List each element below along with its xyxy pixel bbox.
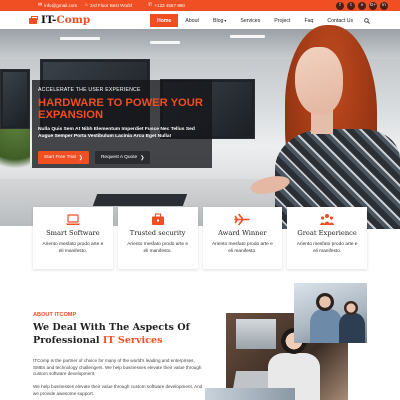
- feature-desc: Ariento mesfato prodo arte e eli manifes…: [296, 242, 358, 254]
- site-logo[interactable]: IT-Comp: [29, 14, 90, 26]
- email-text: info@gmail.com: [44, 3, 78, 8]
- about-title-line1: We Deal With The Aspects Of: [33, 322, 190, 333]
- monitor: [0, 69, 30, 129]
- phone-info[interactable]: ✆ +123 4567 890: [148, 2, 185, 9]
- start-free-trial-button[interactable]: Start Free Trial ❯: [38, 151, 89, 164]
- nav-home[interactable]: Home: [150, 14, 179, 27]
- nav-about[interactable]: About: [178, 14, 206, 27]
- vimeo-icon[interactable]: v: [358, 1, 366, 10]
- facebook-icon[interactable]: f: [336, 1, 344, 10]
- keyboard: [92, 194, 188, 206]
- hero-buttons: Start Free Trial ❯ Request A Quote ❯: [38, 151, 151, 164]
- phone-icon: ✆: [148, 2, 153, 8]
- feature-desc: Ariento mesfato prodo arte e eli manifes…: [42, 242, 104, 254]
- briefcase-logo-icon: [29, 15, 39, 25]
- team-icon: [319, 214, 335, 225]
- feature-desc: Ariento mesfato prodo arte e eli manifes…: [211, 242, 273, 254]
- chevron-down-icon: ▾: [224, 18, 227, 23]
- feature-desc: Ariento mesfato prodo arte e eli manifes…: [127, 242, 189, 254]
- briefcase-icon: [151, 213, 164, 225]
- feature-card[interactable]: Great Experience Ariento mesfato prodo a…: [287, 207, 367, 269]
- feature-title: Award Winner: [218, 229, 267, 237]
- address-text: 3rd Floor Best World: [90, 3, 133, 8]
- nav-project[interactable]: Project: [267, 14, 297, 27]
- nav-blog[interactable]: Blog ▾: [206, 14, 233, 27]
- feature-cards: Smart Software Ariento mesfato prodo art…: [33, 207, 367, 269]
- hero-text: Nulla Quis Sem At Nibh Elementum Imperdi…: [38, 127, 195, 139]
- laptop-icon: [65, 214, 80, 225]
- logo-text: IT-Comp: [41, 14, 91, 26]
- search-icon[interactable]: [364, 18, 370, 24]
- feature-title: Great Experience: [297, 229, 357, 237]
- chevron-right-icon: ❯: [140, 154, 145, 161]
- chevron-right-icon: ❯: [78, 154, 83, 161]
- hero-person: [248, 25, 400, 229]
- envelope-icon: ✉: [38, 2, 43, 8]
- email-info[interactable]: ✉ info@gmail.com: [38, 2, 78, 9]
- about-title-line2: Professional: [33, 334, 103, 346]
- feature-title: Trusted security: [129, 229, 186, 237]
- top-bar: ✉ info@gmail.com ⌂ 3rd Floor Best World …: [0, 0, 400, 11]
- nav-faq[interactable]: Faq: [297, 14, 320, 27]
- request-quote-button[interactable]: Request A Quote ❯: [94, 151, 151, 164]
- location-icon: ⌂: [85, 2, 89, 8]
- hero-title: HARDWARE TO POWER YOUR EXPANSION: [38, 97, 203, 121]
- about-image-team: [294, 283, 367, 343]
- address-info: ⌂ 3rd Floor Best World: [85, 2, 133, 9]
- start-free-trial-label: Start Free Trial: [44, 155, 76, 160]
- ceiling-light: [60, 37, 100, 40]
- about-paragraph: We help businesses elevate their value t…: [33, 384, 203, 396]
- google-plus-icon[interactable]: G+: [369, 1, 377, 10]
- feature-title: Smart Software: [46, 229, 100, 237]
- nav-blog-label: Blog: [212, 17, 224, 24]
- airplane-icon: [234, 213, 251, 226]
- about-title: We Deal With The Aspects Of Professional…: [33, 322, 208, 347]
- ceiling-light: [150, 41, 180, 44]
- linkedin-icon[interactable]: in: [380, 1, 388, 10]
- feature-card[interactable]: Award Winner Ariento mesfato prodo arte …: [202, 207, 283, 269]
- nav-services[interactable]: Services: [233, 14, 267, 27]
- request-quote-label: Request A Quote: [100, 155, 138, 160]
- about-title-accent: IT Services: [102, 334, 163, 346]
- about-paragraph: ITComp is the partner of choice for many…: [33, 358, 202, 376]
- about-kicker: ABOUT ITCOMP: [33, 312, 77, 318]
- about-image-strip: [205, 388, 295, 400]
- twitter-icon[interactable]: t: [347, 1, 355, 10]
- social-links: f t v G+ in: [336, 1, 388, 10]
- phone-text: +123 4567 890: [154, 3, 185, 8]
- feature-card[interactable]: Trusted security Ariento mesfato prodo a…: [117, 207, 198, 269]
- feature-card[interactable]: Smart Software Ariento mesfato prodo art…: [33, 207, 113, 269]
- hero-kicker: ACCELERATE THE USER EXPERIENCE: [38, 87, 141, 93]
- hero-overlay: ACCELERATE THE USER EXPERIENCE HARDWARE …: [32, 80, 212, 168]
